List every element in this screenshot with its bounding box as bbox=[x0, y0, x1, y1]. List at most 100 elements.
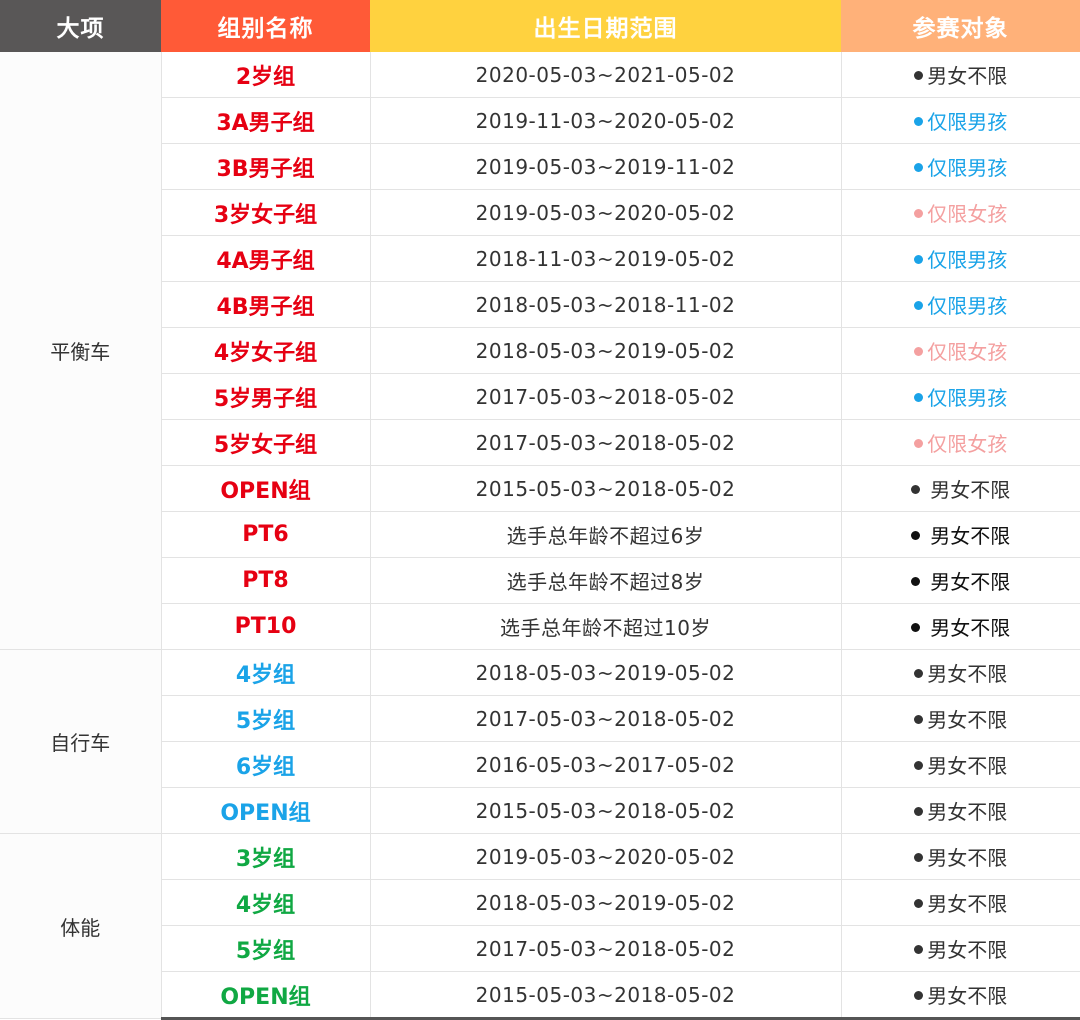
birth-range-cell: 2019-11-03~2020-05-02 bbox=[370, 97, 842, 144]
bullet-dot-icon bbox=[914, 853, 924, 862]
bullet-dot-icon bbox=[914, 301, 924, 310]
bullet-dot-icon bbox=[911, 531, 921, 540]
birth-range-cell: 2017-05-03~2018-05-02 bbox=[370, 925, 842, 972]
table-row: 体能 3岁组 2019-05-03~2020-05-02 男女不限 bbox=[0, 833, 1080, 1019]
group-name-cell: 4A男子组 bbox=[161, 235, 371, 282]
group-name-cell: 5岁女子组 bbox=[161, 419, 371, 466]
table-row: 4岁组 2018-05-03~2019-05-02 男女不限 bbox=[0, 879, 1080, 926]
table-row: 5岁男子组 2017-05-03~2018-05-02 仅限男孩 bbox=[0, 373, 1080, 420]
participants-cell: 男女不限 bbox=[841, 741, 1080, 788]
birth-range-cell: 2017-05-03~2018-05-02 bbox=[370, 419, 842, 466]
participants-cell: 男女不限 bbox=[841, 603, 1080, 650]
participants-cell: 仅限男孩 bbox=[841, 235, 1080, 282]
group-name-cell: PT6 bbox=[161, 511, 371, 558]
participants-label: 男女不限 bbox=[927, 64, 1008, 88]
group-name-cell: 3岁组 bbox=[161, 833, 371, 880]
birth-range-cell: 选手总年龄不超过6岁 bbox=[370, 511, 842, 558]
bullet-dot-icon bbox=[914, 807, 924, 816]
birth-range-cell: 2020-05-03~2021-05-02 bbox=[370, 52, 842, 98]
participants-label: 男女不限 bbox=[927, 846, 1008, 870]
participants-label: 男女不限 bbox=[930, 478, 1011, 502]
table-row: 6岁组 2016-05-03~2017-05-02 男女不限 bbox=[0, 741, 1080, 788]
participants-label: 仅限女孩 bbox=[927, 202, 1008, 226]
participants-cell: 男女不限 bbox=[841, 557, 1080, 604]
participants-cell: 仅限男孩 bbox=[841, 143, 1080, 190]
participants-label: 男女不限 bbox=[930, 616, 1011, 640]
participants-label: 男女不限 bbox=[927, 662, 1008, 686]
participants-label: 男女不限 bbox=[927, 800, 1008, 824]
bullet-dot-icon bbox=[914, 715, 924, 724]
group-name-cell: 3B男子组 bbox=[161, 143, 371, 190]
table-row: OPEN组 2015-05-03~2018-05-02 男女不限 bbox=[0, 971, 1080, 1020]
header-birth-range: 出生日期范围 bbox=[370, 0, 841, 52]
table-header: 大项 组别名称 出生日期范围 参赛对象 bbox=[0, 0, 1080, 52]
participants-label: 仅限男孩 bbox=[927, 156, 1008, 180]
group-name-cell: 4岁组 bbox=[161, 649, 371, 696]
group-name-cell: OPEN组 bbox=[161, 971, 371, 1020]
participants-label: 仅限女孩 bbox=[927, 432, 1008, 456]
group-name-cell: 5岁男子组 bbox=[161, 373, 371, 420]
participants-label: 男女不限 bbox=[927, 938, 1008, 962]
birth-range-cell: 2018-05-03~2019-05-02 bbox=[370, 879, 842, 926]
birth-range-cell: 2018-11-03~2019-05-02 bbox=[370, 235, 842, 282]
category-cell: 自行车 bbox=[0, 649, 162, 834]
birth-range-cell: 2015-05-03~2018-05-02 bbox=[370, 465, 842, 512]
bullet-dot-icon bbox=[914, 255, 924, 264]
group-name-cell: 4岁组 bbox=[161, 879, 371, 926]
table-row: 3岁女子组 2019-05-03~2020-05-02 仅限女孩 bbox=[0, 189, 1080, 236]
participants-cell: 男女不限 bbox=[841, 465, 1080, 512]
participants-cell: 男女不限 bbox=[841, 787, 1080, 834]
table-row: 自行车 4岁组 2018-05-03~2019-05-02 男女不限 bbox=[0, 649, 1080, 834]
participants-cell: 仅限女孩 bbox=[841, 419, 1080, 466]
table-row: PT6 选手总年龄不超过6岁 男女不限 bbox=[0, 511, 1080, 558]
table-row: 3B男子组 2019-05-03~2019-11-02 仅限男孩 bbox=[0, 143, 1080, 190]
header-category: 大项 bbox=[0, 0, 161, 52]
header-group-name: 组别名称 bbox=[161, 0, 370, 52]
bullet-dot-icon bbox=[914, 393, 924, 402]
participants-label: 男女不限 bbox=[927, 708, 1008, 732]
participants-label: 仅限男孩 bbox=[927, 386, 1008, 410]
table-row: OPEN组 2015-05-03~2018-05-02 男女不限 bbox=[0, 465, 1080, 512]
participants-cell: 男女不限 bbox=[841, 833, 1080, 880]
bullet-dot-icon bbox=[914, 669, 924, 678]
table-row: 4A男子组 2018-11-03~2019-05-02 仅限男孩 bbox=[0, 235, 1080, 282]
participants-cell: 仅限女孩 bbox=[841, 327, 1080, 374]
participants-label: 男女不限 bbox=[927, 984, 1008, 1008]
bullet-dot-icon bbox=[914, 991, 924, 1000]
header-participants: 参赛对象 bbox=[841, 0, 1080, 52]
participants-cell: 男女不限 bbox=[841, 695, 1080, 742]
table-row: 平衡车 2岁组 2020-05-03~2021-05-02 男女不限 bbox=[0, 52, 1080, 650]
group-name-cell: OPEN组 bbox=[161, 465, 371, 512]
birth-range-cell: 选手总年龄不超过10岁 bbox=[370, 603, 842, 650]
participants-cell: 男女不限 bbox=[841, 649, 1080, 696]
participants-cell: 仅限男孩 bbox=[841, 281, 1080, 328]
participants-cell: 仅限男孩 bbox=[841, 97, 1080, 144]
participants-label: 男女不限 bbox=[930, 524, 1011, 548]
participants-label: 仅限男孩 bbox=[927, 248, 1008, 272]
bullet-dot-icon bbox=[911, 623, 921, 632]
birth-range-cell: 2018-05-03~2019-05-02 bbox=[370, 327, 842, 374]
birth-range-cell: 选手总年龄不超过8岁 bbox=[370, 557, 842, 604]
table-row: 5岁组 2017-05-03~2018-05-02 男女不限 bbox=[0, 695, 1080, 742]
participants-cell: 仅限女孩 bbox=[841, 189, 1080, 236]
table-row: 4B男子组 2018-05-03~2018-11-02 仅限男孩 bbox=[0, 281, 1080, 328]
category-cell: 体能 bbox=[0, 833, 162, 1019]
group-name-cell: 4岁女子组 bbox=[161, 327, 371, 374]
table-row: 5岁女子组 2017-05-03~2018-05-02 仅限女孩 bbox=[0, 419, 1080, 466]
participants-cell: 男女不限 bbox=[841, 52, 1080, 98]
category-cell: 平衡车 bbox=[0, 52, 162, 650]
birth-range-cell: 2017-05-03~2018-05-02 bbox=[370, 695, 842, 742]
group-name-cell: 3岁女子组 bbox=[161, 189, 371, 236]
participants-cell: 男女不限 bbox=[841, 879, 1080, 926]
participants-cell: 仅限男孩 bbox=[841, 373, 1080, 420]
birth-range-cell: 2015-05-03~2018-05-02 bbox=[370, 787, 842, 834]
table-row: 4岁女子组 2018-05-03~2019-05-02 仅限女孩 bbox=[0, 327, 1080, 374]
group-name-cell: 3A男子组 bbox=[161, 97, 371, 144]
registration-table: 大项 组别名称 出生日期范围 参赛对象 平衡车 2岁组 2020-05-03~202… bbox=[0, 0, 1080, 1020]
group-name-cell: 6岁组 bbox=[161, 741, 371, 788]
participants-label: 仅限男孩 bbox=[927, 294, 1008, 318]
table-row: 3A男子组 2019-11-03~2020-05-02 仅限男孩 bbox=[0, 97, 1080, 144]
group-name-cell: PT10 bbox=[161, 603, 371, 650]
bullet-dot-icon bbox=[911, 577, 921, 586]
birth-range-cell: 2016-05-03~2017-05-02 bbox=[370, 741, 842, 788]
